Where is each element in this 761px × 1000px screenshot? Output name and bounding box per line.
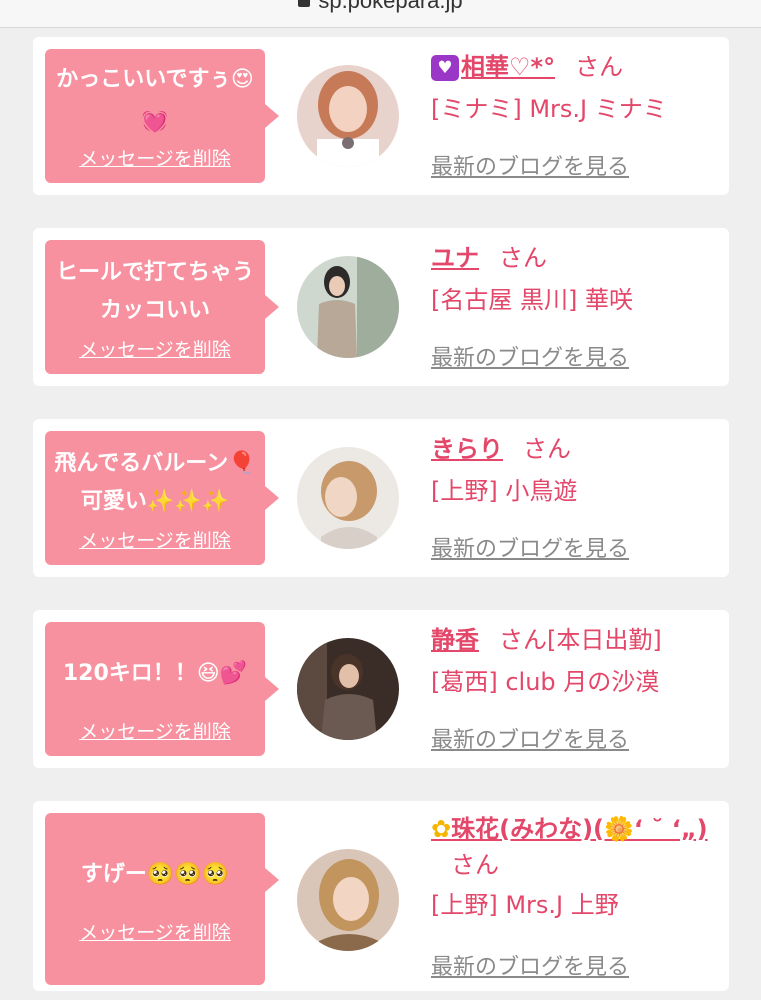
delete-message-link[interactable]: メッセージを削除: [45, 717, 265, 744]
shop-name: [葛西] club 月の沙漠: [431, 668, 660, 696]
delete-message-link[interactable]: メッセージを削除: [45, 526, 265, 553]
url-text: sp.pokepara.jp: [0, 0, 761, 14]
message-text: ヒールで打てちゃうカッコいい: [55, 260, 254, 323]
message-card: 飛んでるバルーン🎈可愛い✨✨✨ メッセージを削除 きらり さん [上野] 小鳥遊 …: [33, 419, 729, 577]
cast-info: 静香 さん[本日出勤] [葛西] club 月の沙漠: [431, 620, 721, 704]
name-line: 静香 さん[本日出勤]: [431, 620, 721, 660]
latest-blog-link[interactable]: 最新のブログを見る: [431, 149, 629, 181]
honorific: さん: [499, 626, 547, 654]
message-card: かっこいいですぅ😍💓 メッセージを削除 ♥ 相華♡*° さん [ミナミ] Mrs.J…: [33, 37, 729, 195]
avatar[interactable]: [297, 638, 399, 740]
name-line: ♥ 相華♡*° さん: [431, 47, 721, 87]
cast-name-link[interactable]: ♥ 相華♡*°: [431, 53, 555, 81]
avatar[interactable]: [297, 256, 399, 358]
honorific: さん: [575, 53, 624, 81]
name-line: きらり さん: [431, 429, 721, 469]
cast-info: ♥ 相華♡*° さん [ミナミ] Mrs.J ミナミ: [431, 47, 721, 131]
message-text: すげー🥺🥺🥺: [80, 862, 230, 887]
message-bubble: かっこいいですぅ😍💓 メッセージを削除: [45, 49, 279, 183]
latest-blog-link[interactable]: 最新のブログを見る: [431, 340, 629, 372]
message-bubble: ヒールで打てちゃうカッコいい メッセージを削除: [45, 240, 279, 374]
shop-name: [ミナミ] Mrs.J ミナミ: [431, 95, 667, 123]
shop-name: [上野] 小鳥遊: [431, 477, 578, 505]
latest-blog-link[interactable]: 最新のブログを見る: [431, 722, 629, 754]
message-card: ヒールで打てちゃうカッコいい メッセージを削除 ユナ さん [名古屋 黒川] 華咲…: [33, 228, 729, 386]
message-bubble: 飛んでるバルーン🎈可愛い✨✨✨ メッセージを削除: [45, 431, 279, 565]
purple-heart-icon: ♥: [431, 55, 459, 81]
avatar[interactable]: [297, 849, 399, 951]
name-line: ✿珠花(みわな)(🌼‘ ˘ ‘„) さん: [431, 811, 711, 883]
shop-name: [名古屋 黒川] 華咲: [431, 286, 633, 314]
cast-name-link[interactable]: 静香: [431, 626, 479, 654]
cast-name-link[interactable]: ユナ: [431, 244, 479, 272]
message-text: かっこいいですぅ😍💓: [56, 67, 254, 134]
delete-message-link[interactable]: メッセージを削除: [45, 918, 265, 945]
shop-name: [上野] Mrs.J 上野: [431, 891, 619, 919]
honorific: さん: [523, 435, 571, 463]
message-bubble: すげー🥺🥺🥺 メッセージを削除: [45, 813, 279, 985]
message-card: 120キロ！！😆💕 メッセージを削除 静香 さん[本日出勤] [葛西] club …: [33, 610, 729, 768]
message-text: 飛んでるバルーン🎈可愛い✨✨✨: [54, 451, 256, 514]
lock-icon: [298, 0, 311, 8]
browser-url-bar[interactable]: sp.pokepara.jp: [0, 0, 761, 28]
message-text: 120キロ！！😆💕: [62, 661, 248, 686]
latest-blog-link[interactable]: 最新のブログを見る: [431, 949, 629, 981]
cast-info: きらり さん [上野] 小鳥遊: [431, 429, 721, 513]
cast-info: ユナ さん [名古屋 黒川] 華咲: [431, 238, 721, 322]
avatar[interactable]: [297, 65, 399, 167]
name-line: ユナ さん: [431, 238, 721, 278]
cast-name-link[interactable]: ✿珠花(みわな)(🌼‘ ˘ ‘„): [431, 815, 708, 843]
sunflower-icon: ✿: [431, 815, 452, 843]
cast-name-link[interactable]: きらり: [431, 435, 503, 463]
honorific: さん: [451, 851, 499, 879]
latest-blog-link[interactable]: 最新のブログを見る: [431, 531, 629, 563]
delete-message-link[interactable]: メッセージを削除: [45, 335, 265, 362]
avatar[interactable]: [297, 447, 399, 549]
delete-message-link[interactable]: メッセージを削除: [45, 144, 265, 171]
cast-info: ✿珠花(みわな)(🌼‘ ˘ ‘„) さん [上野] Mrs.J 上野: [431, 811, 711, 927]
message-card: すげー🥺🥺🥺 メッセージを削除 ✿珠花(みわな)(🌼‘ ˘ ‘„) さん [上野]…: [33, 801, 729, 991]
message-bubble: 120キロ！！😆💕 メッセージを削除: [45, 622, 279, 756]
honorific: さん: [499, 244, 547, 272]
status-suffix: [本日出勤]: [547, 626, 662, 654]
